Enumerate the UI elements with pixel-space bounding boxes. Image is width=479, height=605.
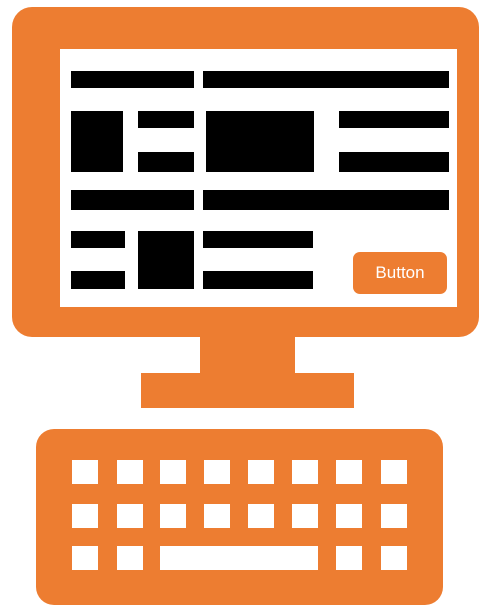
keyboard-key (292, 504, 318, 528)
placeholder-bar (339, 152, 449, 172)
keyboard-spacebar (160, 546, 318, 570)
keyboard-key (117, 460, 143, 484)
keyboard-key (117, 504, 143, 528)
placeholder-bar (203, 231, 313, 248)
placeholder-block (138, 231, 194, 289)
placeholder-bar (71, 271, 125, 289)
keyboard-key (248, 460, 274, 484)
keyboard-key (336, 460, 362, 484)
placeholder-bar (138, 111, 194, 128)
placeholder-bar (203, 71, 449, 88)
placeholder-bar (71, 231, 125, 248)
placeholder-image (206, 111, 314, 172)
keyboard-key (381, 460, 407, 484)
screen-button[interactable]: Button (353, 252, 447, 294)
keyboard-key (336, 546, 362, 570)
placeholder-bar (138, 152, 194, 172)
keyboard-key (336, 504, 362, 528)
keyboard-key (117, 546, 143, 570)
keyboard-key (160, 460, 186, 484)
monitor-stand-base (141, 373, 354, 408)
keyboard-key (72, 546, 98, 570)
keyboard-key (381, 504, 407, 528)
monitor-stand-neck (200, 337, 295, 377)
placeholder-bar (203, 190, 449, 210)
placeholder-bar (339, 111, 449, 128)
keyboard-key (248, 504, 274, 528)
placeholder-block (71, 111, 123, 172)
keyboard-key (204, 460, 230, 484)
monitor-icon: Button (12, 7, 479, 337)
placeholder-bar (71, 71, 194, 88)
monitor-screen: Button (60, 49, 457, 307)
keyboard-key (72, 504, 98, 528)
placeholder-bar (203, 271, 313, 289)
placeholder-bar (71, 190, 194, 210)
keyboard-key (292, 460, 318, 484)
keyboard-key (160, 504, 186, 528)
keyboard-key (204, 504, 230, 528)
keyboard-icon (36, 429, 443, 605)
keyboard-key (72, 460, 98, 484)
keyboard-key (381, 546, 407, 570)
